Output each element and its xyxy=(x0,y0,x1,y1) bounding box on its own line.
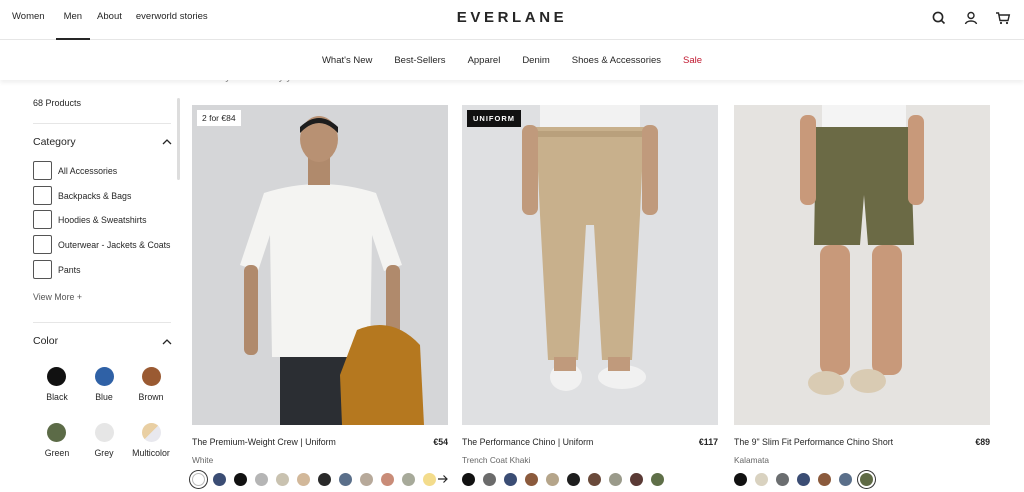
product-color-name: White xyxy=(192,455,214,465)
product-swatches xyxy=(462,473,664,486)
product-color-swatch[interactable] xyxy=(839,473,852,486)
product-swatches xyxy=(192,473,436,486)
filter-option-all-accessories[interactable]: All Accessories xyxy=(33,161,117,180)
filter-option-backpacks-bags[interactable]: Backpacks & Bags xyxy=(33,186,131,205)
divider xyxy=(33,123,171,124)
product-image[interactable]: UNIFORM xyxy=(462,105,718,425)
chevron-up-icon[interactable] xyxy=(162,139,172,145)
product-color-swatch[interactable] xyxy=(776,473,789,486)
product-swatches xyxy=(734,473,873,486)
product-color-swatch[interactable] xyxy=(860,473,873,486)
category-nav: What's New Best-Sellers Apparel Denim Sh… xyxy=(0,40,1024,80)
catnav-denim[interactable]: Denim xyxy=(522,55,549,66)
product-name[interactable]: The Premium-Weight Crew | Uniform xyxy=(192,437,336,447)
product-color-swatch[interactable] xyxy=(318,473,331,486)
filter-scrollbar[interactable] xyxy=(177,98,180,180)
product-color-swatch[interactable] xyxy=(297,473,310,486)
color-label-multicolor: Multicolor xyxy=(132,448,170,458)
color-swatch-green[interactable] xyxy=(47,423,66,442)
product-image[interactable] xyxy=(734,105,990,425)
catnav-best-sellers[interactable]: Best-Sellers xyxy=(394,55,445,66)
catnav-whats-new[interactable]: What's New xyxy=(322,55,372,66)
filter-option-outerwear[interactable]: Outerwear - Jackets & Coats xyxy=(33,235,170,254)
filter-option-label: All Accessories xyxy=(58,165,118,176)
product-price: €89 xyxy=(975,437,990,447)
category-filter-title[interactable]: Category xyxy=(33,136,76,148)
product-image[interactable]: 2 for €84 xyxy=(192,105,448,425)
chevron-up-icon[interactable] xyxy=(162,339,172,345)
product-name[interactable]: The 9" Slim Fit Performance Chino Short xyxy=(734,437,893,447)
product-color-swatch[interactable] xyxy=(255,473,268,486)
product-count: 68 Products xyxy=(33,98,82,108)
color-label-brown: Brown xyxy=(138,392,164,402)
product-color-swatch[interactable] xyxy=(734,473,747,486)
uniform-badge: UNIFORM xyxy=(467,110,521,127)
catnav-shoes-accessories[interactable]: Shoes & Accessories xyxy=(572,55,661,66)
product-color-swatch[interactable] xyxy=(276,473,289,486)
catnav-apparel[interactable]: Apparel xyxy=(468,55,501,66)
product-color-swatch[interactable] xyxy=(588,473,601,486)
catnav-sale[interactable]: Sale xyxy=(683,55,702,66)
product-color-swatch[interactable] xyxy=(818,473,831,486)
color-swatch-black[interactable] xyxy=(47,367,66,386)
divider xyxy=(33,322,171,323)
filter-option-label: Outerwear - Jackets & Coats xyxy=(58,239,171,250)
checkbox[interactable] xyxy=(33,260,52,279)
color-filter-title[interactable]: Color xyxy=(33,335,58,347)
product-color-swatch[interactable] xyxy=(339,473,352,486)
utility-icons xyxy=(930,9,1012,27)
checkbox[interactable] xyxy=(33,235,52,254)
color-swatch-multicolor[interactable] xyxy=(142,423,161,442)
checkbox[interactable] xyxy=(33,161,52,180)
filter-option-pants[interactable]: Pants xyxy=(33,260,81,279)
color-swatch-grey[interactable] xyxy=(95,423,114,442)
product-color-swatch[interactable] xyxy=(546,473,559,486)
product-color-swatch[interactable] xyxy=(192,473,205,486)
product-price: €54 xyxy=(433,437,448,447)
product-color-swatch[interactable] xyxy=(567,473,580,486)
product-name[interactable]: The Performance Chino | Uniform xyxy=(462,437,593,447)
product-color-swatch[interactable] xyxy=(402,473,415,486)
arrow-right-icon[interactable] xyxy=(437,473,449,485)
product-color-swatch[interactable] xyxy=(630,473,643,486)
product-color-swatch[interactable] xyxy=(797,473,810,486)
product-color-swatch[interactable] xyxy=(755,473,768,486)
product-color-swatch[interactable] xyxy=(381,473,394,486)
product-price: €117 xyxy=(698,437,718,447)
product-color-swatch[interactable] xyxy=(504,473,517,486)
product-color-swatch[interactable] xyxy=(360,473,373,486)
filter-option-label: Pants xyxy=(58,264,81,275)
product-color-swatch[interactable] xyxy=(483,473,496,486)
promo-badge: 2 for €84 xyxy=(197,110,241,126)
cart-icon[interactable] xyxy=(994,9,1012,27)
filter-option-label: Hoodies & Sweatshirts xyxy=(58,214,147,225)
search-icon[interactable] xyxy=(930,9,948,27)
top-bar: Women Men About everworld stories EVERLA… xyxy=(0,0,1024,40)
account-icon[interactable] xyxy=(962,9,980,27)
product-color-swatch[interactable] xyxy=(423,473,436,486)
product-color-name: Kalamata xyxy=(734,455,770,465)
view-more-link[interactable]: View More + xyxy=(33,292,82,302)
product-color-swatch[interactable] xyxy=(651,473,664,486)
product-color-swatch[interactable] xyxy=(462,473,475,486)
filter-option-label: Backpacks & Bags xyxy=(58,190,132,201)
filter-option-hoodies-sweatshirts[interactable]: Hoodies & Sweatshirts xyxy=(33,210,147,229)
checkbox[interactable] xyxy=(33,186,52,205)
product-color-swatch[interactable] xyxy=(234,473,247,486)
brand-logo[interactable]: EVERLANE xyxy=(0,9,1024,26)
checkbox[interactable] xyxy=(33,210,52,229)
color-swatch-brown[interactable] xyxy=(142,367,161,386)
product-color-swatch[interactable] xyxy=(525,473,538,486)
color-swatch-blue[interactable] xyxy=(95,367,114,386)
product-color-swatch[interactable] xyxy=(213,473,226,486)
product-color-swatch[interactable] xyxy=(609,473,622,486)
product-color-name: Trench Coat Khaki xyxy=(462,455,531,465)
